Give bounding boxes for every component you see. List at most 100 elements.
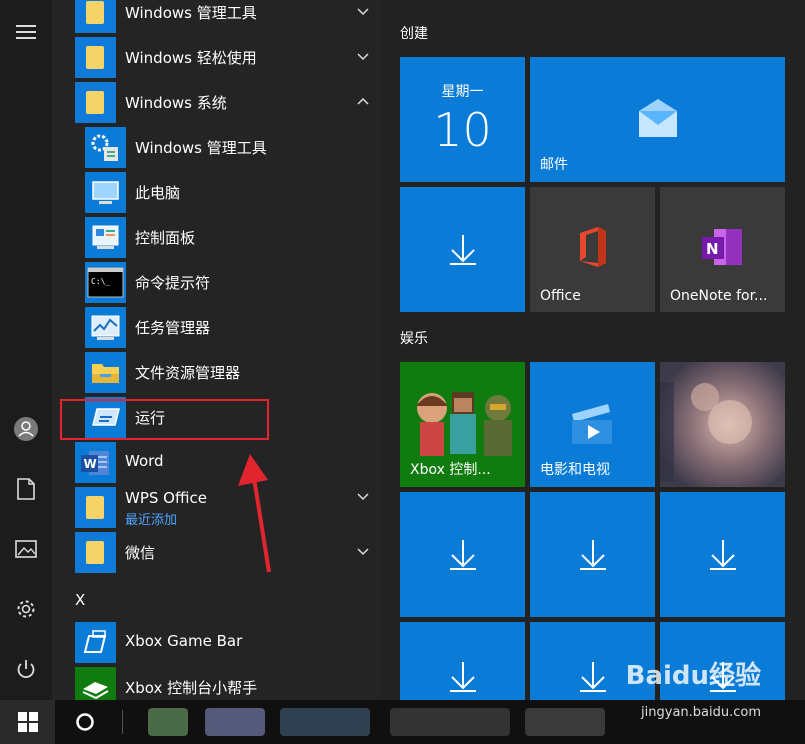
start-button[interactable] [0, 700, 55, 744]
start-left-rail [0, 0, 52, 700]
app-label: Xbox 控制台小帮手 [125, 679, 258, 697]
folder-icon [75, 82, 116, 123]
tile-mail[interactable]: 邮件 [530, 57, 785, 182]
taskbar-app-icon[interactable] [390, 708, 510, 736]
task-manager-icon [85, 307, 126, 348]
download-icon [579, 539, 606, 570]
chevron-down-icon [357, 548, 369, 556]
onenote-icon: N [702, 229, 742, 265]
chevron-down-icon [357, 53, 369, 61]
calendar-weekday: 星期一 [441, 84, 484, 100]
cmd-icon: C:\_ [85, 262, 126, 303]
folder-icon [75, 0, 116, 33]
download-icon [709, 539, 736, 570]
tile-office[interactable]: Office [530, 187, 655, 312]
app-label: Windows 管理工具 [125, 4, 257, 22]
app-label: Windows 系统 [125, 94, 227, 112]
group-title-create[interactable]: 创建 [400, 23, 428, 43]
app-xbox-game-bar[interactable]: Xbox Game Bar [52, 620, 382, 665]
xbox-characters-image [416, 392, 512, 456]
settings-gear-icon[interactable] [0, 587, 52, 631]
xbox-game-bar-icon [75, 622, 116, 663]
tile-label: OneNote for... [670, 288, 768, 304]
folder-icon [75, 37, 116, 78]
pictures-icon[interactable] [0, 527, 52, 571]
chevron-down-icon [357, 8, 369, 16]
app-windows-admin-tools[interactable]: Windows 管理工具 [52, 125, 382, 170]
office-icon [580, 227, 606, 267]
admin-tools-icon [85, 127, 126, 168]
chevron-up-icon [357, 97, 369, 105]
control-panel-icon [85, 217, 126, 258]
app-label: 命令提示符 [135, 274, 211, 292]
movies-tv-icon [572, 404, 612, 444]
app-label: Windows 管理工具 [135, 139, 267, 157]
app-label: Word [125, 452, 164, 470]
chevron-down-icon [357, 493, 369, 501]
tile-download-5[interactable] [400, 622, 525, 700]
group-title-entertainment[interactable]: 娱乐 [400, 328, 428, 348]
word-icon: W [75, 442, 116, 483]
app-label: Xbox Game Bar [125, 632, 243, 650]
app-folder-wechat[interactable]: 微信 [52, 530, 382, 575]
tile-label: 电影和电视 [540, 462, 610, 478]
folder-icon [75, 487, 116, 528]
this-pc-icon [85, 172, 126, 213]
app-folder-windows-admin[interactable]: Windows 管理工具 [52, 0, 382, 35]
app-task-manager[interactable]: 任务管理器 [52, 305, 382, 350]
tile-label: 邮件 [540, 157, 568, 173]
app-command-prompt[interactable]: C:\_ 命令提示符 [52, 260, 382, 305]
documents-icon[interactable] [0, 467, 52, 511]
calendar-day: 10 [433, 103, 492, 157]
baidu-watermark-url: jingyan.baidu.com [641, 705, 761, 720]
svg-text:N: N [706, 240, 719, 258]
app-folder-windows-ease[interactable]: Windows 轻松使用 [52, 35, 382, 80]
cortana-circle-icon [76, 713, 94, 731]
app-folder-wps-office[interactable]: WPS Office 最近添加 [52, 485, 382, 530]
download-icon [449, 539, 476, 570]
tile-movies-tv[interactable]: 电影和电视 [530, 362, 655, 487]
tile-download-2[interactable] [400, 492, 525, 617]
app-label: Windows 轻松使用 [125, 49, 257, 67]
tile-calendar[interactable]: 星期一 10 [400, 57, 525, 182]
tile-onenote[interactable]: N OneNote for... [660, 187, 785, 312]
hamburger-menu-icon[interactable] [0, 10, 52, 54]
app-label: WPS Office [125, 489, 207, 507]
app-label: 任务管理器 [135, 319, 211, 337]
app-label: 文件资源管理器 [135, 364, 241, 382]
app-label: 微信 [125, 544, 156, 562]
app-label: 控制面板 [135, 229, 196, 247]
cortana-button[interactable] [63, 700, 107, 744]
recently-added-label: 最近添加 [125, 513, 178, 528]
taskbar-divider [122, 710, 123, 734]
taskbar-app-icon[interactable] [205, 708, 265, 736]
svg-text:W: W [84, 457, 97, 471]
user-avatar-icon[interactable] [0, 407, 52, 451]
section-letter-x[interactable]: X [75, 591, 85, 609]
app-this-pc[interactable]: 此电脑 [52, 170, 382, 215]
tile-download-4[interactable] [660, 492, 785, 617]
app-control-panel[interactable]: 控制面板 [52, 215, 382, 260]
app-folder-windows-system[interactable]: Windows 系统 [52, 80, 382, 125]
highlight-box [60, 399, 269, 440]
tile-photo[interactable] [660, 362, 785, 487]
taskbar-app-icon[interactable] [525, 708, 605, 736]
power-icon[interactable] [0, 647, 52, 691]
file-explorer-icon [85, 352, 126, 393]
svg-text:C:\_: C:\_ [91, 277, 110, 286]
tile-label: Office [540, 288, 581, 304]
app-list: Windows 管理工具 Windows 轻松使用 Windows 系统 Win… [52, 0, 382, 708]
app-word[interactable]: W Word [52, 440, 382, 485]
red-arrow-annotation [238, 454, 271, 573]
tile-xbox[interactable]: Xbox 控制... [400, 362, 525, 487]
blurred-photo-image [660, 362, 785, 487]
app-file-explorer[interactable]: 文件资源管理器 [52, 350, 382, 395]
tile-label: Xbox 控制... [410, 462, 491, 478]
baidu-watermark: Baidu经验 [625, 661, 761, 691]
folder-icon [75, 532, 116, 573]
taskbar-app-icon[interactable] [280, 708, 370, 736]
tile-download-3[interactable] [530, 492, 655, 617]
download-icon [450, 662, 476, 692]
tile-download-1[interactable] [400, 187, 525, 312]
taskbar-app-icon[interactable] [148, 708, 188, 736]
